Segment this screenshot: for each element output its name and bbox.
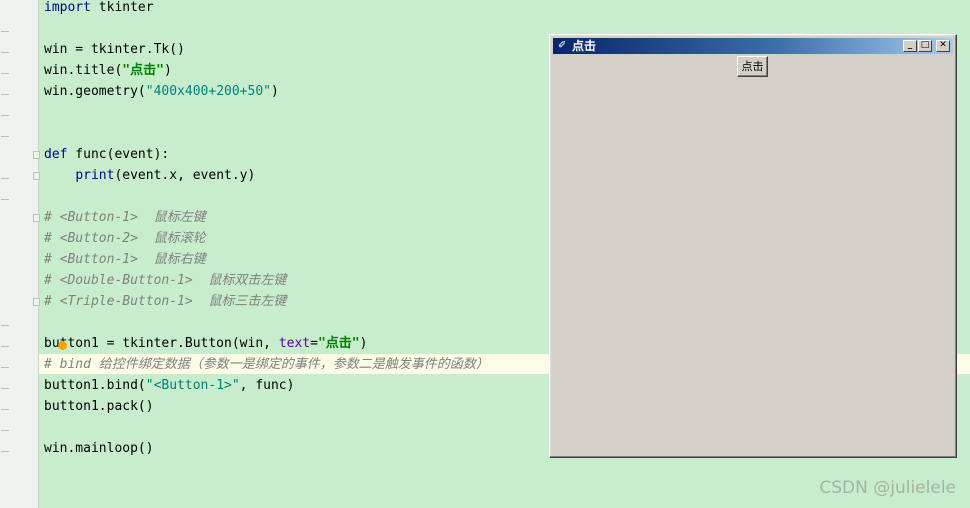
gutter-mark: [1, 31, 9, 32]
maximize-icon[interactable]: □: [918, 40, 932, 52]
code-line-17: button1 = tkinter.Button(win, text="点击"): [44, 336, 367, 357]
code-line-19: button1.bind("<Button-1>", func): [44, 378, 294, 399]
code-text: button1 = tkinter.Button(win,: [44, 336, 279, 351]
string-literal: "点击": [122, 63, 164, 78]
gutter-mark: [1, 115, 9, 116]
code-text: ): [163, 63, 172, 78]
tk-feather-icon: ✐: [558, 40, 567, 51]
string-literal: "<Button-1>": [145, 378, 240, 393]
code-line-3: win = tkinter.Tk(): [44, 42, 185, 63]
code-text: button1.pack(): [44, 399, 154, 414]
function-signature: func(event):: [67, 147, 170, 162]
csdn-watermark: CSDN @julielele: [819, 478, 956, 498]
string-literal: "400x400+200+50": [145, 84, 271, 99]
click-button[interactable]: 点击: [737, 56, 768, 77]
code-text: (event.x, event.y): [114, 168, 256, 183]
tk-window-titlebar[interactable]: ✐ 点击 _ □ ✕: [553, 38, 953, 54]
code-text: button1.bind(: [44, 378, 146, 393]
keyword-import: import: [44, 0, 91, 15]
code-text: win.title(: [44, 63, 123, 78]
tk-window[interactable]: ✐ 点击 _ □ ✕ 点击: [549, 34, 957, 458]
code-text: win.mainloop(): [44, 441, 154, 456]
code-text: =: [310, 336, 318, 351]
gutter-mark: [1, 409, 9, 410]
comment-line: # <Button-1> 鼠标右键: [44, 252, 206, 267]
module-name: tkinter: [90, 0, 154, 15]
code-text: win.geometry(: [44, 84, 146, 99]
code-line-9: print(event.x, event.y): [44, 168, 255, 189]
keyword-argument: text: [278, 336, 311, 351]
comment-line: # <Button-2> 鼠标滚轮: [44, 231, 206, 246]
code-text: , func): [239, 378, 295, 393]
code-line-5: win.geometry("400x400+200+50"): [44, 84, 279, 105]
comment-line: # <Triple-Button-1> 鼠标三击左键: [44, 294, 287, 309]
comment-line: # <Button-1> 鼠标左键: [44, 210, 206, 225]
comment-line: # <Double-Button-1> 鼠标双击左键: [44, 273, 287, 288]
code-line-1: import tkinter: [44, 0, 154, 21]
code-text: win = tkinter.Tk(): [44, 42, 185, 57]
minimize-icon[interactable]: _: [903, 40, 917, 52]
code-text: ): [270, 84, 279, 99]
code-text: ): [359, 336, 368, 351]
comment-line: # bind 给控件绑定数据（参数一是绑定的事件，参数二是触发事件的函数）: [44, 357, 489, 372]
string-literal: "点击": [317, 336, 360, 351]
gutter-mark: [1, 388, 9, 389]
gutter-mark: [1, 451, 9, 452]
gutter-mark: [1, 52, 9, 53]
gutter-mark: [1, 94, 9, 95]
gutter-mark: [1, 367, 9, 368]
line-number-gutter: [0, 0, 39, 508]
gutter-mark: [1, 199, 9, 200]
keyword-def: def: [44, 147, 68, 162]
gutter-mark: [1, 325, 9, 326]
code-line-20: button1.pack(): [44, 399, 154, 420]
code-line-4: win.title("点击"): [44, 63, 172, 84]
gutter-mark: [1, 136, 9, 137]
gutter-mark: [1, 73, 9, 74]
code-line-8: def func(event):: [44, 147, 169, 168]
gutter-mark: [1, 178, 9, 179]
gutter-mark: [1, 346, 9, 347]
breakpoint-icon[interactable]: [58, 341, 67, 350]
close-icon[interactable]: ✕: [936, 40, 950, 52]
gutter-mark: [1, 430, 9, 431]
builtin-print: print: [75, 168, 115, 183]
tk-window-title: 点击: [572, 39, 597, 53]
code-line-22: win.mainloop(): [44, 441, 154, 462]
